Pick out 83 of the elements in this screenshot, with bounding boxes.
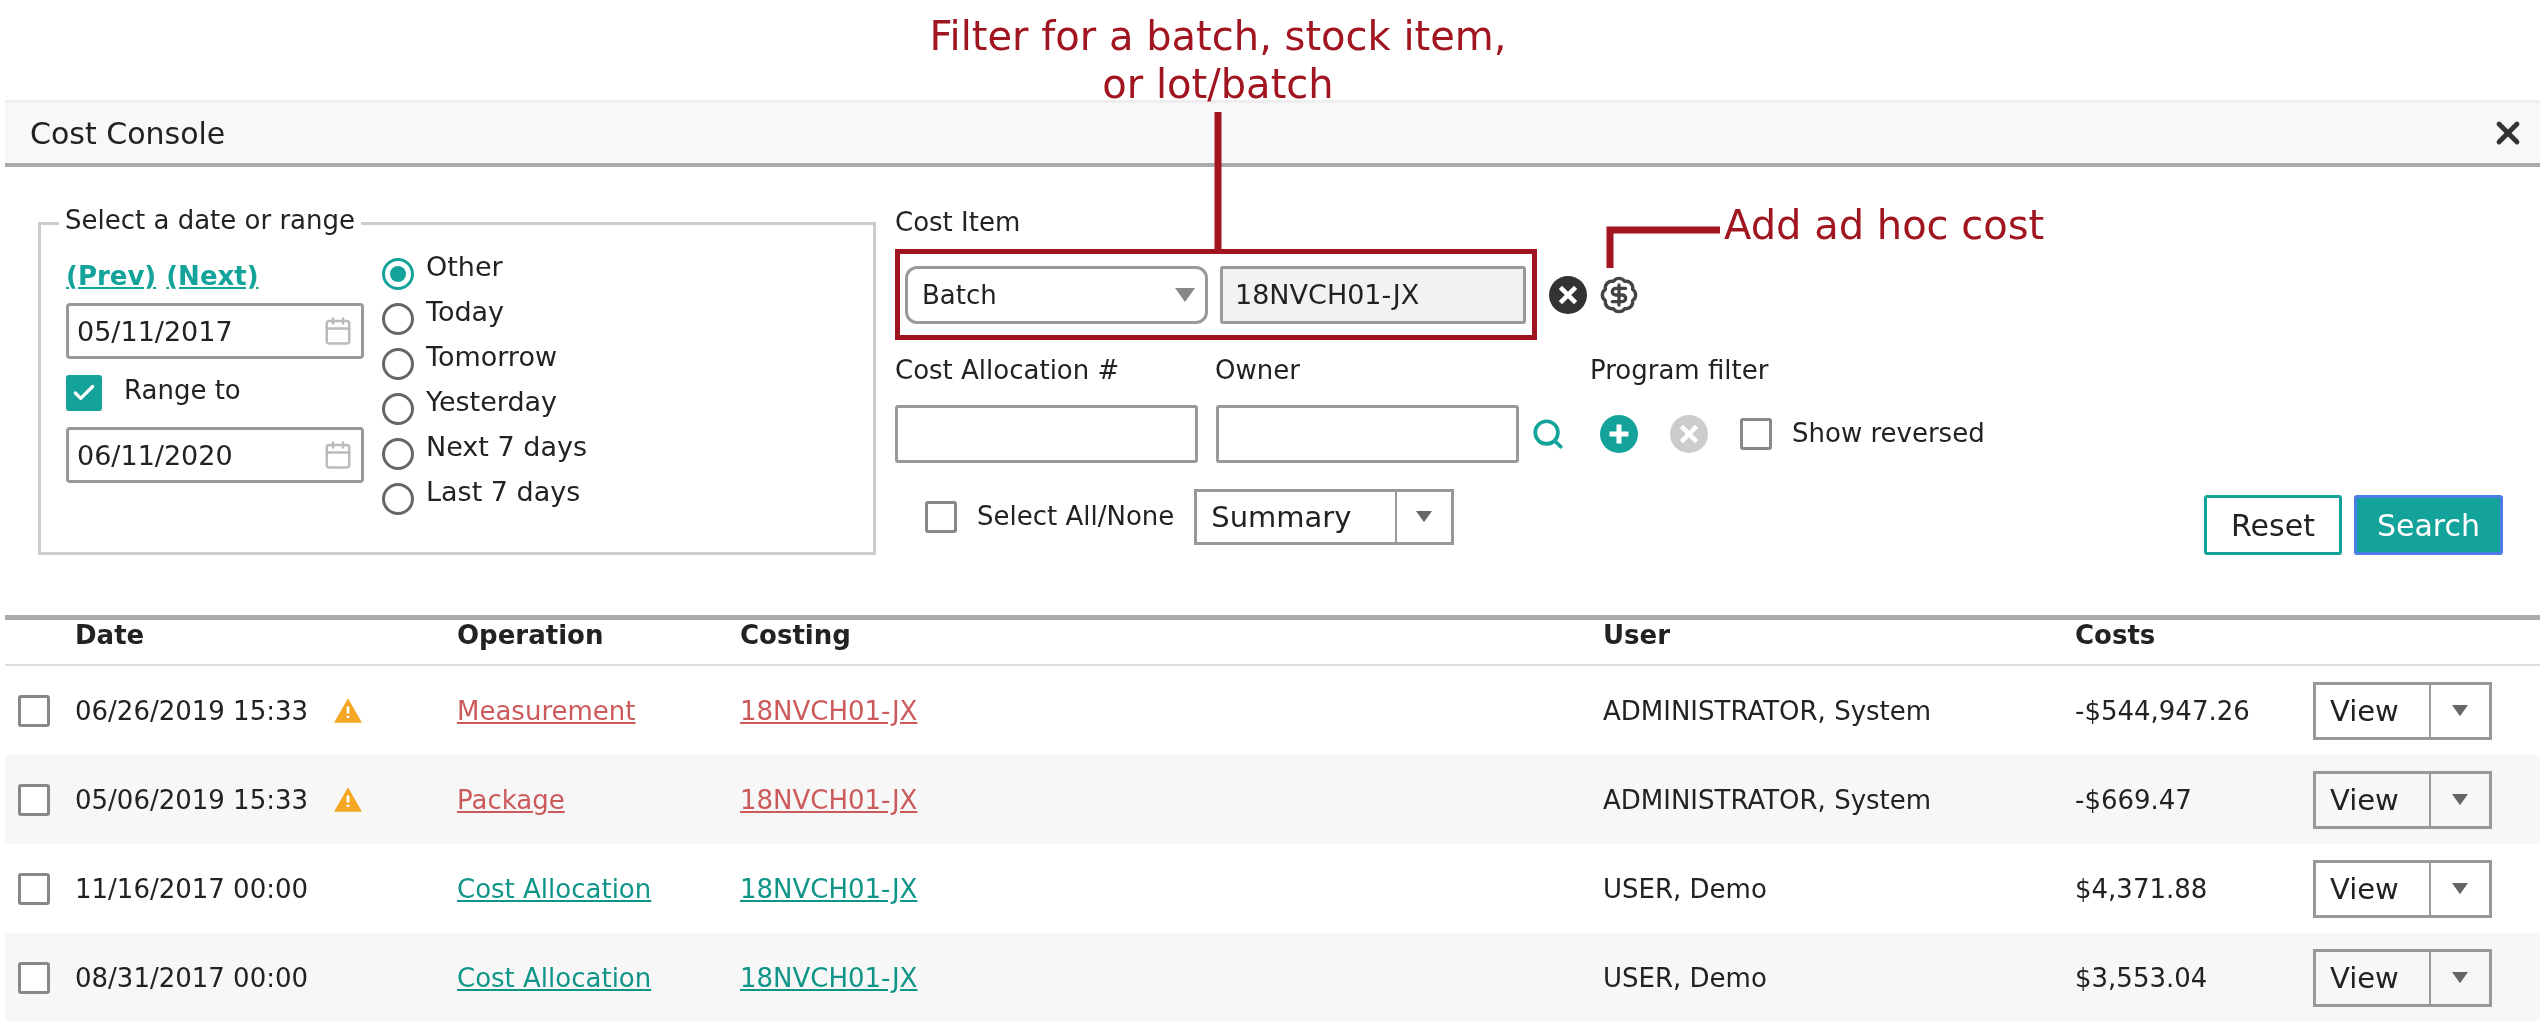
costing-link[interactable]: 18NVCH01-JX — [740, 784, 918, 815]
date-field[interactable]: 06/11/2020 — [66, 427, 364, 483]
radio-label: Tomorrow — [426, 341, 557, 372]
caret-icon — [1175, 287, 1195, 302]
radio-label: Last 7 days — [426, 476, 581, 507]
reset-button[interactable]: Reset — [2204, 495, 2342, 555]
operation-link[interactable]: Cost Allocation — [457, 873, 652, 904]
radio-label: Yesterday — [426, 386, 558, 417]
row-checkbox[interactable] — [18, 872, 50, 905]
owner-field[interactable] — [1216, 405, 1519, 463]
radio-label: Next 7 days — [426, 431, 587, 462]
view-split-button[interactable]: View — [2313, 681, 2492, 740]
warning-icon — [334, 787, 363, 812]
cost-item-field[interactable]: 18NVCH01-JX — [1220, 265, 1526, 324]
date-cell: 11/16/2017 00:00 — [75, 873, 309, 904]
cost-allocation-field[interactable] — [895, 405, 1198, 463]
radio-button[interactable] — [382, 347, 414, 380]
cost-cell-text: $3,553.04 — [2075, 962, 2209, 993]
type-select[interactable]: Batch — [905, 265, 1208, 324]
field-label: Owner — [1215, 355, 1301, 385]
operation-link[interactable]: Measurement — [457, 695, 636, 726]
checkbox-label: Show reversed — [1792, 418, 1985, 448]
checkbox[interactable] — [925, 501, 957, 533]
date-cell: 06/26/2019 15:33 — [75, 695, 309, 726]
radio-button[interactable] — [382, 482, 414, 515]
view-split-button[interactable]: View — [2313, 770, 2492, 829]
radio-button[interactable] — [382, 257, 414, 290]
checkbox[interactable] — [66, 375, 102, 411]
annotation-text: Add ad hoc cost — [1724, 202, 2045, 248]
date-cell: 08/31/2017 00:00 — [75, 962, 309, 993]
user-cell-text: USER, Demo — [1603, 873, 1768, 904]
caret-icon — [2452, 793, 2468, 806]
radio-label: Other — [426, 251, 503, 282]
user-cell-text: ADMINISTRATOR, System — [1603, 695, 1933, 726]
radio-button[interactable] — [382, 392, 414, 425]
user-cell-text: ADMINISTRATOR, System — [1603, 784, 1933, 815]
search-button[interactable]: Search — [2353, 495, 2503, 555]
caret-icon — [1416, 511, 1433, 523]
costing-link[interactable]: 18NVCH01-JX — [740, 695, 918, 726]
clear-icon[interactable] — [1549, 275, 1587, 314]
row-checkbox[interactable] — [18, 694, 50, 727]
column-header: Date — [75, 620, 146, 650]
radio-button[interactable] — [382, 437, 414, 470]
cost-cell-text: $4,371.88 — [2075, 873, 2209, 904]
caret-icon — [2452, 882, 2468, 895]
field-label: Cost Item — [895, 207, 1021, 237]
prev-link[interactable]: (Prev) — [66, 261, 157, 299]
radio-label: Today — [426, 296, 505, 327]
user-cell-text: USER, Demo — [1603, 962, 1768, 993]
search-icon[interactable] — [1531, 417, 1565, 451]
field-label: Cost Allocation # — [895, 355, 1121, 385]
operation-link[interactable]: Package — [457, 784, 565, 815]
next-link[interactable]: (Next) — [166, 261, 259, 299]
caret-icon — [2452, 704, 2468, 717]
costing-link[interactable]: 18NVCH01-JX — [740, 962, 918, 993]
row-checkbox[interactable] — [18, 783, 50, 816]
add-icon[interactable] — [1600, 415, 1638, 453]
column-header: User — [1603, 620, 1672, 650]
dollar-gear-icon[interactable] — [1599, 274, 1639, 315]
view-split-button[interactable]: View — [2313, 859, 2492, 918]
calendar-icon[interactable] — [323, 316, 353, 346]
checkbox-label: Select All/None — [977, 501, 1175, 531]
field-label: Program filter — [1590, 355, 1770, 385]
view-mode-dropdown[interactable]: Summary — [1194, 489, 1455, 545]
checkbox[interactable] — [1740, 418, 1772, 450]
column-header: Costs — [2075, 620, 2157, 650]
annotation-text: Filter for a batch, stock item, or lot/batch — [928, 12, 1508, 108]
view-split-button[interactable]: View — [2313, 948, 2492, 1007]
costing-link[interactable]: 18NVCH01-JX — [740, 873, 918, 904]
cost-cell-text: -$669.47 — [2075, 784, 2193, 815]
caret-icon — [2452, 971, 2468, 984]
operation-link[interactable]: Cost Allocation — [457, 962, 652, 993]
cost-cell-text: -$544,947.26 — [2075, 695, 2251, 726]
radio-button[interactable] — [382, 302, 414, 335]
date-cell: 05/06/2019 15:33 — [75, 784, 309, 815]
date-field[interactable]: 05/11/2017 — [66, 303, 364, 359]
column-header: Operation — [457, 620, 605, 650]
column-header: Costing — [740, 620, 852, 650]
checkbox-label: Range to — [124, 375, 241, 405]
row-checkbox[interactable] — [18, 961, 50, 994]
calendar-icon[interactable] — [323, 440, 353, 470]
window-title: Cost Console — [30, 115, 226, 151]
warning-icon — [334, 698, 363, 723]
